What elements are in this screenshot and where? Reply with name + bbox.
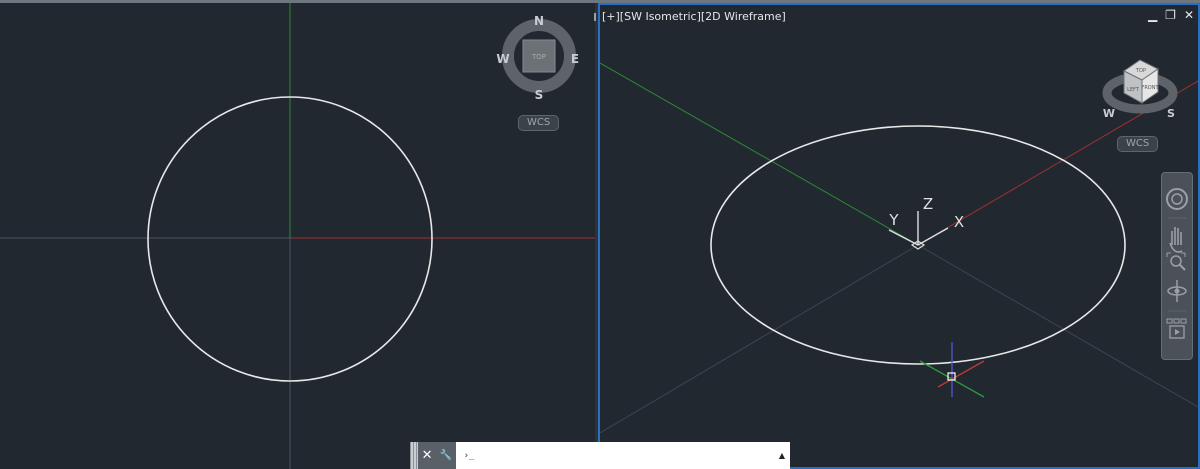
compass-east[interactable]: E [571, 52, 579, 66]
ucs-z-label: Z [923, 195, 933, 213]
viewcube-left-label: LEFT [1127, 87, 1140, 93]
showmotion-icon[interactable] [1166, 318, 1187, 339]
top-viewport[interactable]: TOP N S E W WCS [0, 3, 595, 469]
ucs-menu[interactable]: WCS [1117, 136, 1159, 152]
viewcube[interactable]: TOP N S E W [496, 14, 579, 102]
x-axis-negative [600, 244, 919, 434]
viewcube[interactable]: TOP LEFT FRONT W S [1102, 59, 1178, 120]
command-prompt-icon[interactable]: ›_ [456, 442, 482, 469]
viewport-controls-label[interactable]: [+][SW Isometric][2D Wireframe] [602, 10, 786, 23]
orbit-icon[interactable] [1167, 280, 1187, 302]
wrench-icon[interactable]: 🔧 [440, 450, 452, 461]
zoom-extents-icon[interactable] [1166, 252, 1186, 271]
iso-viewport[interactable]: Z Y X TOP LEFT FRONT W S [+][SW Isometri… [598, 3, 1200, 469]
ucs-x-axis [917, 227, 949, 246]
viewcube-top-label: TOP [1135, 68, 1146, 74]
compass-west[interactable]: W [496, 52, 509, 66]
command-line: ✕ 🔧 ›_ ▲ [410, 442, 790, 469]
iso-viewport-canvas: Z Y X TOP LEFT FRONT W S [600, 59, 1198, 434]
y-axis-negative [917, 244, 1198, 408]
recent-commands-button[interactable]: ▲ [774, 442, 790, 469]
viewcube-face-label: TOP [531, 53, 546, 61]
steering-wheel-icon[interactable] [1166, 188, 1188, 210]
splitter-grip [594, 13, 596, 21]
prompt-icon: ›_ [463, 450, 475, 461]
restore-icon[interactable]: ❐ [1165, 9, 1176, 21]
navigation-bar [1161, 172, 1193, 360]
crosshair-cursor [919, 342, 985, 398]
close-icon[interactable]: ✕ [1184, 9, 1194, 21]
ucs-y-label: Y [888, 211, 899, 229]
compass-north[interactable]: N [534, 14, 544, 28]
close-icon[interactable]: ✕ [422, 448, 433, 463]
crosshair-x [937, 360, 985, 388]
command-line-tools: ✕ 🔧 [418, 442, 456, 469]
compass-south[interactable]: S [1167, 107, 1175, 120]
viewcube-front-label: FRONT [1141, 85, 1159, 91]
chevron-up-icon: ▲ [778, 451, 786, 460]
command-input[interactable] [482, 442, 774, 469]
pan-icon[interactable] [1169, 227, 1183, 253]
minimize-icon[interactable]: ▁ [1148, 9, 1157, 21]
top-viewport-canvas: TOP N S E W [0, 3, 595, 469]
ucs-icon: Z Y X [888, 195, 964, 250]
viewport-window-controls: ▁ ❐ ✕ [1148, 9, 1194, 21]
compass-west[interactable]: W [1103, 107, 1115, 120]
command-line-grip[interactable] [410, 442, 418, 469]
compass-south[interactable]: S [535, 88, 544, 102]
ucs-x-label: X [954, 213, 964, 231]
y-axis-line [600, 62, 919, 246]
ucs-menu[interactable]: WCS [518, 115, 560, 131]
navigation-bar-icons [1166, 188, 1188, 339]
ucs-y-axis [888, 229, 919, 246]
